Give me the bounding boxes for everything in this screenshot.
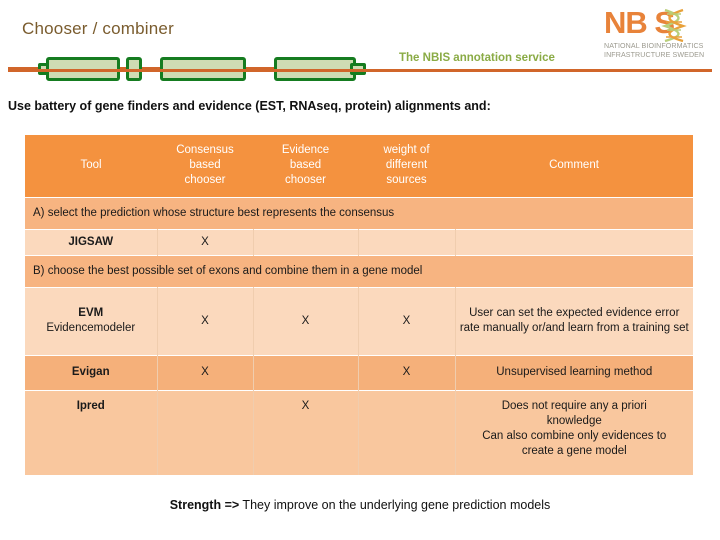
section-header-row: B) choose the best possible set of exons…	[25, 254, 693, 287]
service-tagline: The NBIS annotation service	[399, 52, 555, 64]
cell-weight-mark: X	[358, 354, 456, 390]
cell-comment-line-4: create a gene model	[521, 444, 627, 457]
column-header-evidence: Evidence based chooser	[253, 135, 358, 197]
table-header-row: Tool Consensus based chooser Evidence ba…	[25, 135, 693, 197]
cell-evidence-mark	[253, 354, 359, 390]
cell-evidence-mark	[253, 228, 359, 255]
column-header-weight-line-2: different	[385, 159, 428, 172]
cell-tool-name-sub: Evidencemodeler	[46, 322, 136, 334]
cell-comment: Does not require any a priori knowledge …	[455, 389, 693, 475]
cell-comment	[455, 228, 693, 255]
column-header-weight: weight of different sources	[358, 135, 455, 197]
cell-weight-mark	[358, 389, 456, 475]
column-header-consensus-line-1: Consensus	[176, 144, 234, 157]
table-row: Ipred X Does not require any a priori kn…	[25, 389, 693, 475]
slide-header: Chooser / combiner The NBIS annotation s…	[0, 0, 720, 88]
table-row: EVM Evidencemodeler X X X User can set t…	[25, 286, 693, 355]
cell-evidence-mark: X	[253, 389, 359, 475]
nbis-logo-subtitle: NATIONAL BIOINFORMATICS INFRASTRUCTURE S…	[604, 42, 716, 59]
column-header-tool: Tool	[25, 135, 157, 197]
header-divider-rule	[8, 69, 712, 72]
cell-tool-name: JIGSAW	[25, 228, 158, 255]
nbis-subtitle-line-2: INFRASTRUCTURE SWEDEN	[604, 50, 705, 59]
column-header-consensus: Consensus based chooser	[157, 135, 253, 197]
page-title: Chooser / combiner	[22, 19, 174, 38]
cell-consensus-mark: X	[157, 354, 254, 390]
column-header-evidence-line-2: based	[289, 159, 322, 172]
cell-consensus-mark: X	[157, 286, 254, 355]
nbis-subtitle-line-1: NATIONAL BIOINFORMATICS	[604, 42, 704, 50]
table-row: Evigan X X Unsupervised learning method	[25, 354, 693, 390]
nbis-logo: NB S NATIONAL BIOINFORMATICS INFRASTRUCT…	[604, 6, 714, 66]
table-row: JIGSAW X	[25, 228, 693, 255]
dna-helix-icon	[661, 8, 687, 42]
intro-text: Use battery of gene finders and evidence…	[8, 99, 491, 113]
cell-weight-mark	[358, 228, 456, 255]
tool-comparison-table: Tool Consensus based chooser Evidence ba…	[25, 135, 693, 475]
cell-tool-name: Evigan	[25, 354, 158, 390]
column-header-comment: Comment	[455, 135, 693, 197]
cell-evidence-mark: X	[253, 286, 359, 355]
column-header-consensus-line-3: chooser	[184, 174, 226, 187]
section-header-row: A) select the prediction whose structure…	[25, 196, 693, 229]
cell-consensus-mark	[157, 389, 254, 475]
cell-weight-mark: X	[358, 286, 456, 355]
cell-consensus-mark: X	[157, 228, 254, 255]
column-header-weight-line-3: sources	[386, 174, 427, 187]
section-label-a: A) select the prediction whose structure…	[25, 196, 693, 229]
column-header-consensus-line-2: based	[189, 159, 221, 172]
footer-strength-label: Strength =>	[169, 498, 240, 512]
column-header-evidence-line-3: chooser	[285, 174, 326, 187]
footer-statement: Strength => They improve on the underlyi…	[0, 498, 720, 512]
column-header-evidence-line-1: Evidence	[281, 144, 330, 157]
cell-comment: User can set the expected evidence error…	[455, 286, 693, 355]
cell-tool-name: Ipred	[25, 389, 158, 475]
cell-tool-name-main: EVM	[78, 307, 104, 319]
footer-strength-text: They improve on the underlying gene pred…	[239, 498, 551, 512]
cell-comment: Unsupervised learning method	[455, 354, 693, 390]
cell-tool-name: EVM Evidencemodeler	[25, 286, 158, 355]
cell-comment-line-1: Does not require any a priori	[501, 399, 647, 412]
cell-comment-line-3: Can also combine only evidences to	[482, 429, 667, 442]
column-header-weight-line-1: weight of	[383, 144, 430, 157]
cell-comment-line-2: knowledge	[546, 414, 602, 427]
section-label-b: B) choose the best possible set of exons…	[25, 254, 693, 287]
